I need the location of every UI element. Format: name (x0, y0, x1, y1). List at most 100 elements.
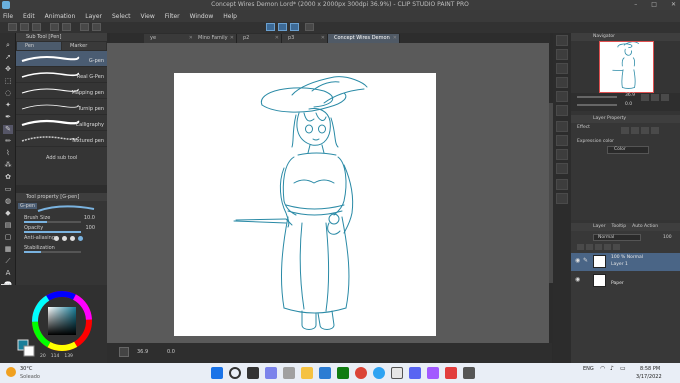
extract-line-icon[interactable] (651, 127, 659, 134)
fit-icon[interactable] (661, 94, 669, 101)
stabilization-row[interactable]: Stabilization (16, 245, 107, 255)
search-icon[interactable] (229, 367, 241, 379)
xbox-icon[interactable] (337, 367, 349, 379)
tab-close-icon[interactable]: ✕ (275, 34, 279, 43)
tab-p3[interactable]: p3 ✕ (282, 34, 328, 43)
edge-icon[interactable] (373, 367, 385, 379)
menu-layer[interactable]: Layer (85, 13, 102, 20)
zoom-slider[interactable] (577, 96, 617, 98)
material-dock-icon[interactable] (556, 91, 568, 102)
visibility-eye-icon[interactable]: ◉ (575, 257, 580, 264)
chat-icon[interactable] (283, 367, 295, 379)
weather-icon[interactable] (6, 367, 16, 377)
eraser-icon[interactable]: ▭ (3, 185, 13, 194)
brush-icon[interactable]: ⌇ (3, 149, 13, 158)
aa-medium-option[interactable] (70, 236, 75, 241)
airbrush-icon[interactable]: ⁂ (3, 161, 13, 170)
brush-calligraphy[interactable]: Calligraphy (16, 115, 107, 131)
zoom-icon[interactable]: ⌕ (3, 41, 13, 50)
language-indicator[interactable]: ENG (583, 366, 594, 372)
operation-icon[interactable]: ➚ (3, 53, 13, 62)
snap-ruler-icon[interactable] (266, 23, 275, 31)
close-button[interactable]: ✕ (671, 0, 676, 10)
auto-select-icon[interactable]: ✦ (3, 101, 13, 110)
tab-mino-family[interactable]: Mino Family ✕ (192, 34, 237, 43)
copy-layer-icon[interactable] (604, 244, 611, 250)
menu-select[interactable]: Select (112, 13, 131, 20)
menu-filter[interactable]: Filter (165, 13, 180, 20)
layer-dock-icon[interactable] (556, 179, 568, 190)
menu-window[interactable]: Window (190, 13, 214, 20)
discord-icon[interactable] (409, 367, 421, 379)
color-set-dock-icon[interactable] (556, 135, 568, 146)
menu-view[interactable]: View (141, 13, 155, 20)
zoom-out-icon[interactable] (641, 94, 649, 101)
text-icon[interactable]: A (3, 269, 13, 278)
gradient-icon[interactable]: ▤ (3, 221, 13, 230)
figure-icon[interactable]: ▢ (3, 233, 13, 242)
border-effect-icon[interactable] (621, 127, 629, 134)
aa-weak-option[interactable] (62, 236, 67, 241)
navigator-preview[interactable] (599, 41, 654, 93)
tab-close-icon[interactable]: ✕ (230, 34, 234, 43)
brush-size-row[interactable]: Brush Size 10.0 (16, 215, 107, 225)
stabilization-slider[interactable] (24, 251, 81, 253)
battery-icon[interactable]: ▭ (620, 365, 626, 372)
menu-help[interactable]: Help (223, 13, 237, 20)
ruler-icon[interactable]: ⟋ (3, 257, 13, 266)
frame-icon[interactable]: ▦ (3, 245, 13, 254)
sub-view-dock-icon[interactable] (556, 49, 568, 60)
snap-grid-icon[interactable] (290, 23, 299, 31)
canvas-options-icon[interactable] (119, 347, 129, 357)
tab-auto-action[interactable]: Auto Action (632, 223, 658, 231)
layer-row-paper[interactable]: ◉ Paper (571, 272, 680, 290)
tab-ye[interactable]: ye ✕ (144, 34, 196, 43)
store-icon[interactable] (319, 367, 331, 379)
brush-turnip-pen[interactable]: Turnip pen (16, 99, 107, 115)
fill-tool-icon[interactable]: ◆ (3, 209, 13, 218)
fill-icon[interactable] (92, 23, 101, 31)
delete-layer-icon[interactable] (613, 244, 620, 250)
visibility-eye-icon[interactable]: ◉ (575, 276, 580, 283)
brush-textured-pen[interactable]: Textured pen (16, 131, 107, 147)
layer-search-dock-icon[interactable] (556, 105, 568, 116)
menu-file[interactable]: File (3, 13, 13, 20)
undo-icon[interactable] (50, 23, 59, 31)
blend-mode-select[interactable]: Normal (593, 234, 641, 241)
auto-action-dock-icon[interactable] (556, 193, 568, 204)
selection-icon[interactable]: ⬚ (3, 77, 13, 86)
layer-row-layer-1[interactable]: ◉ ✎ 100 % Normal Layer 1 (571, 253, 680, 271)
brush-g-pen[interactable]: G-pen (16, 51, 107, 67)
menu-edit[interactable]: Edit (23, 13, 35, 20)
canvas-area[interactable] (107, 43, 552, 343)
redo-icon[interactable] (62, 23, 71, 31)
decoration-icon[interactable]: ✿ (3, 173, 13, 182)
tab-close-icon[interactable]: ✕ (321, 34, 325, 43)
eyedropper-icon[interactable]: ✒ (3, 113, 13, 122)
property-dock-icon[interactable] (556, 121, 568, 132)
tab-p2[interactable]: p2 ✕ (237, 34, 282, 43)
new-raster-layer-icon[interactable] (577, 244, 584, 250)
layer-color-icon[interactable] (641, 127, 649, 134)
blend-icon[interactable]: ◍ (3, 197, 13, 206)
pen-icon[interactable]: ✎ (3, 125, 13, 134)
file-explorer-icon[interactable] (301, 367, 313, 379)
tab-concept-wires[interactable]: Concept Wires Demon Lord*✕ (328, 34, 400, 50)
opacity-row[interactable]: Opacity 100 (16, 225, 107, 235)
app-icon-dark[interactable] (463, 367, 475, 379)
tab-close-icon[interactable]: ✕ (393, 34, 397, 43)
history-dock-icon[interactable] (556, 77, 568, 88)
menu-animation[interactable]: Animation (45, 13, 76, 20)
new-folder-icon[interactable] (595, 244, 602, 250)
canvas-paper[interactable] (174, 73, 436, 336)
app-icon-red[interactable] (445, 367, 457, 379)
new-file-icon[interactable] (8, 23, 17, 31)
navigator-dock-icon[interactable] (556, 35, 568, 46)
anti-aliasing-row[interactable]: Anti-aliasing (16, 235, 107, 245)
info-dock-icon[interactable] (556, 63, 568, 74)
color-wheel[interactable] (0, 285, 107, 363)
snap-special-ruler-icon[interactable] (278, 23, 287, 31)
volume-icon[interactable]: ♪ (610, 365, 614, 372)
minimize-button[interactable]: – (634, 0, 637, 10)
aa-none-option[interactable] (54, 236, 59, 241)
